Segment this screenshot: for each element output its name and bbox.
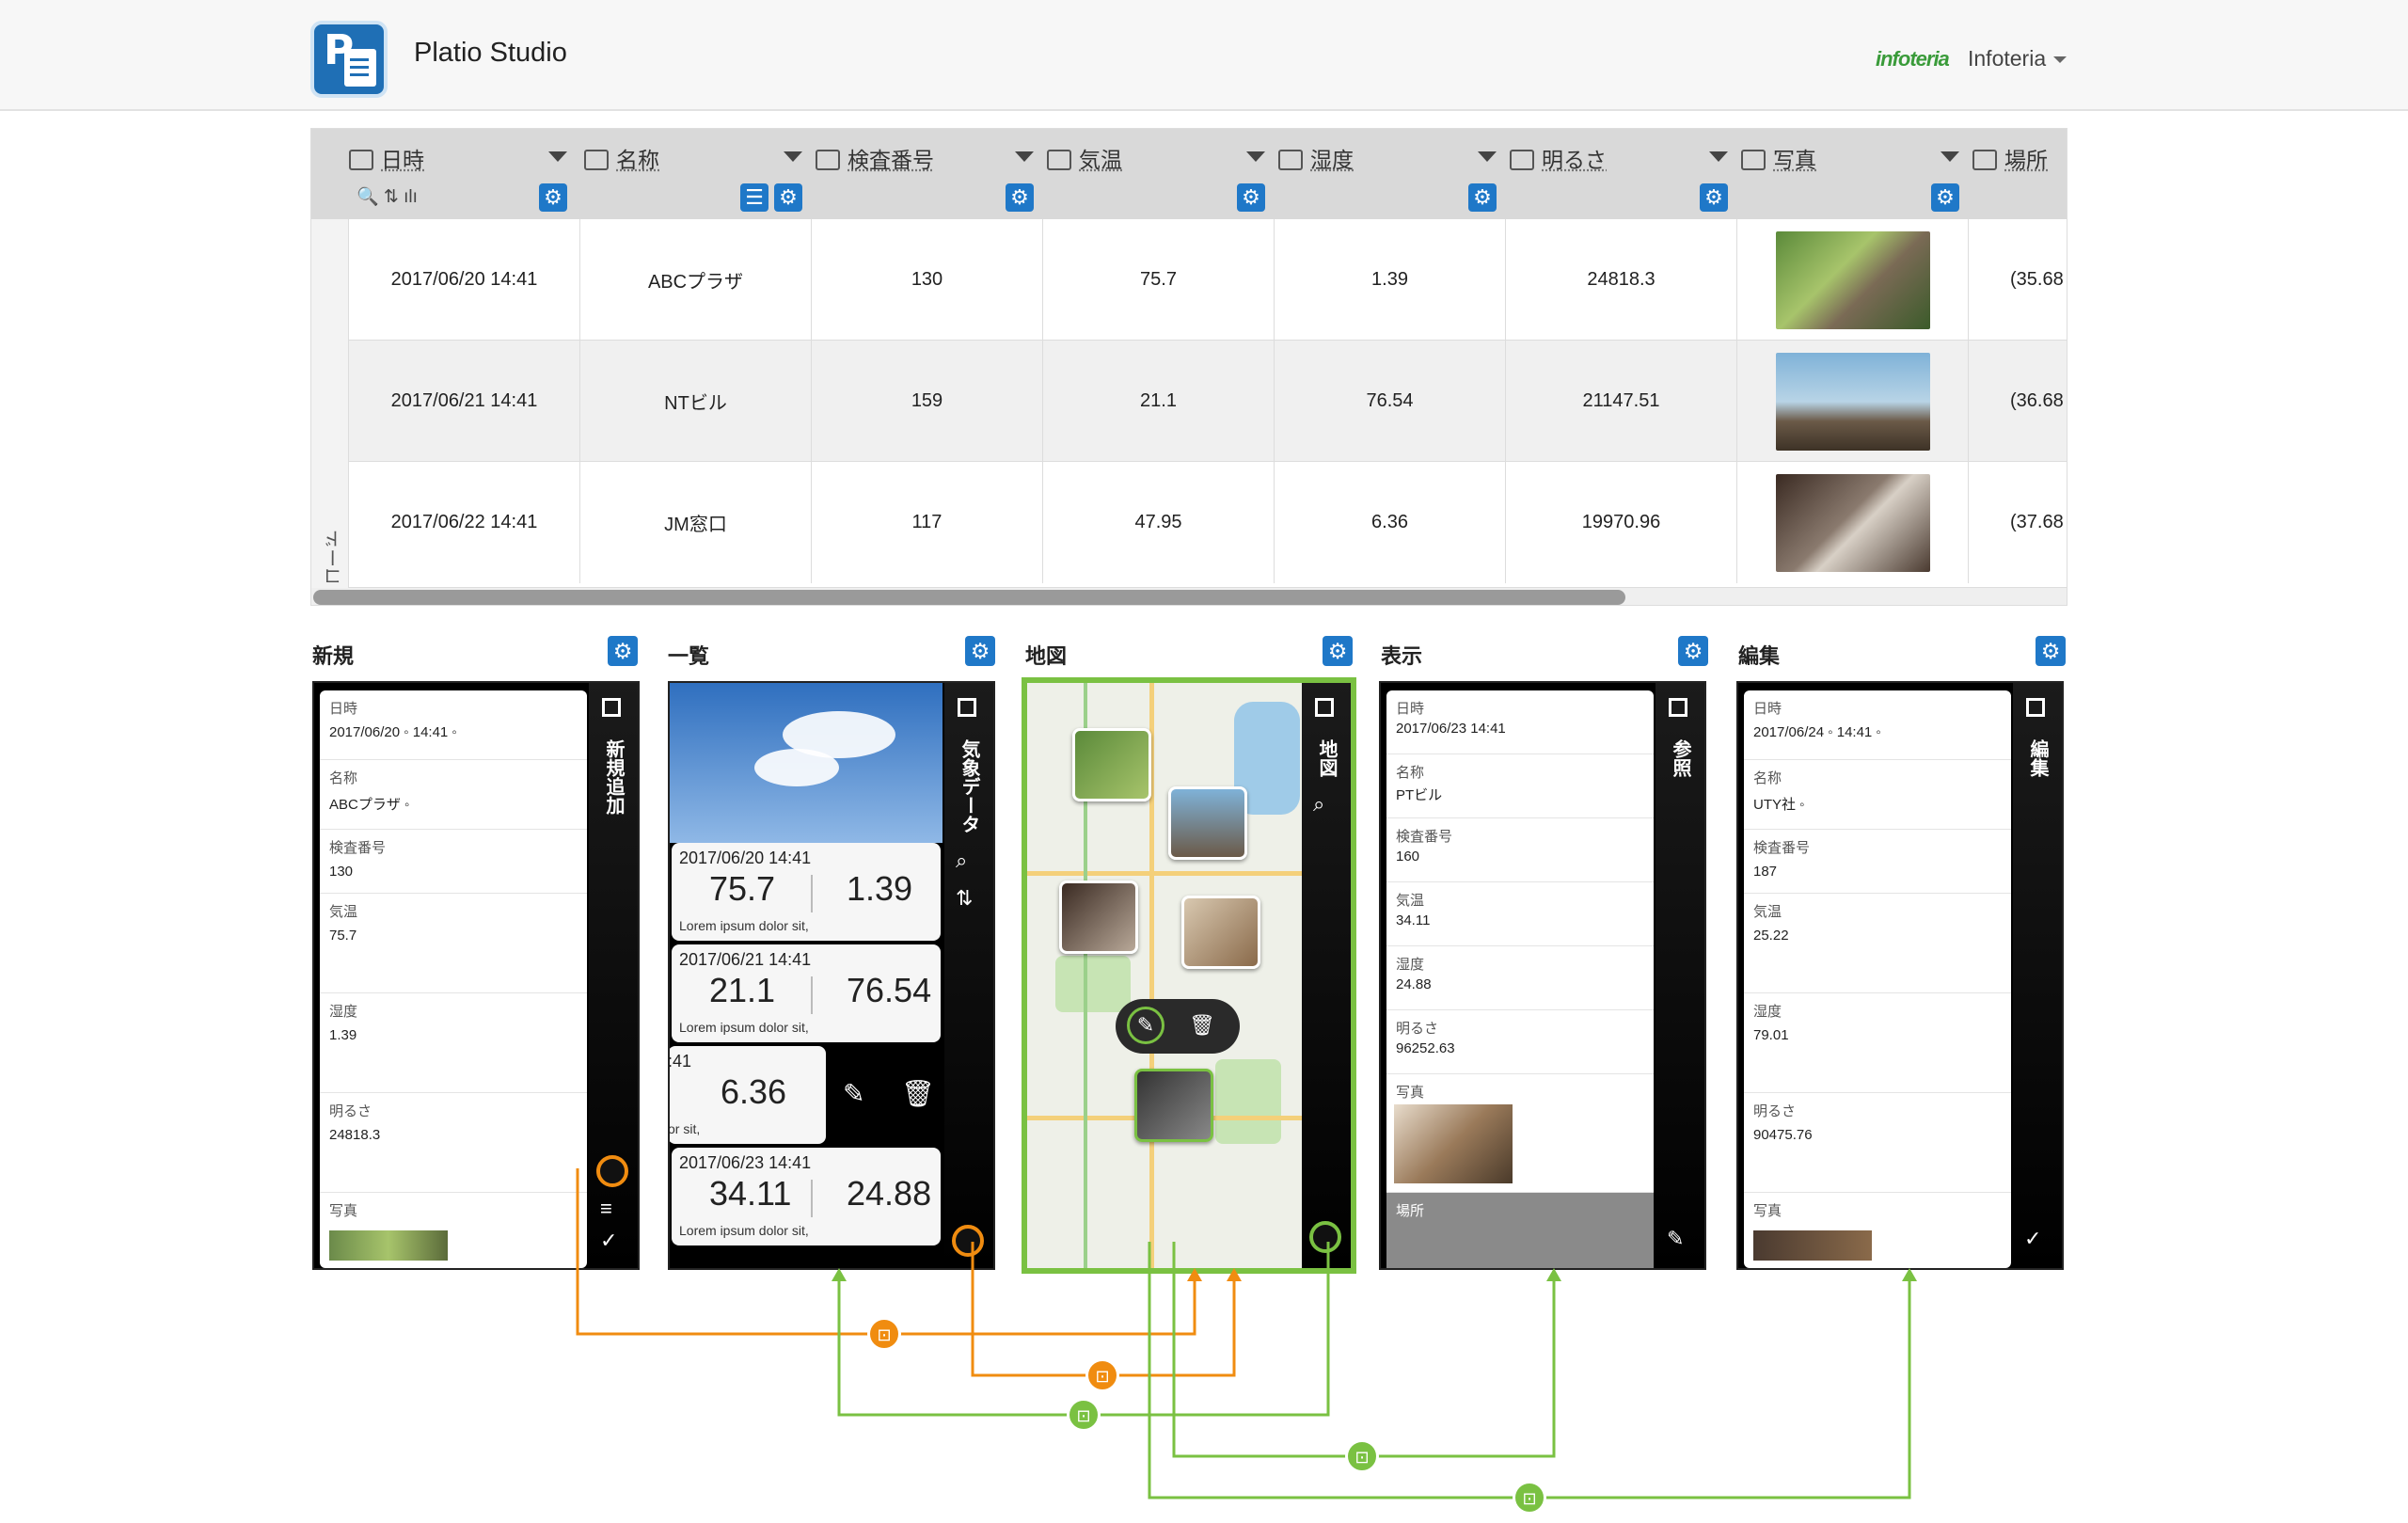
arrow-head [1902,1268,1917,1281]
arrow-head [1227,1268,1242,1281]
navigation-connections [576,1168,1917,1499]
transition-node-icon[interactable]: ⊡ [867,1317,901,1351]
connection-line [1148,1242,1911,1499]
transition-node-icon[interactable]: ⊡ [1345,1439,1379,1473]
transition-node-icon[interactable]: ⊡ [1085,1358,1119,1392]
transition-node-icon[interactable]: ⊡ [1067,1398,1101,1432]
arrow-head [832,1268,847,1281]
connection-line [837,1242,1330,1417]
arrow-head [1187,1268,1202,1281]
transition-node-icon[interactable]: ⊡ [1513,1481,1546,1515]
arrow-head [1546,1268,1561,1281]
connection-line [576,1168,1196,1336]
